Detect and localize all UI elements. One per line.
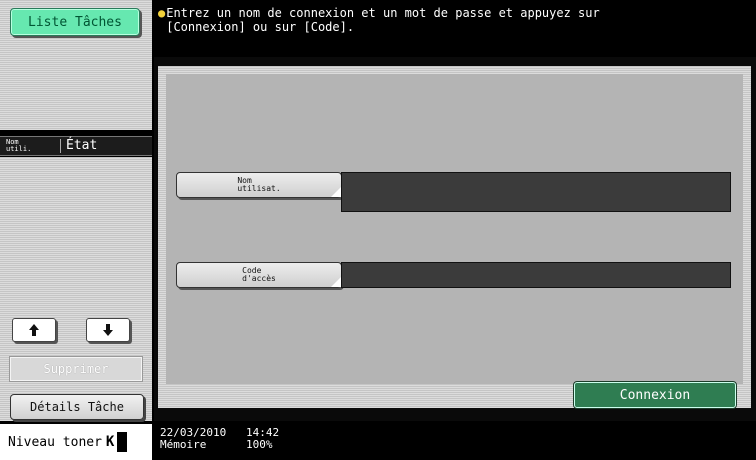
- toner-label: Niveau toner: [8, 434, 102, 450]
- login-button[interactable]: Connexion: [573, 381, 737, 409]
- status-bar: 22/03/2010 14:42 Mémoire 100%: [160, 427, 306, 451]
- toner-color-letter: K: [105, 434, 115, 450]
- toner-level-indicator: Niveau toner K: [0, 424, 152, 460]
- job-table-header: Nom utili. État: [0, 136, 152, 156]
- scroll-up-button[interactable]: [12, 318, 56, 342]
- login-panel: Nom utilisat. Code d'accès: [158, 66, 751, 408]
- login-form-area: [166, 74, 743, 384]
- toner-gauge-icon: [117, 432, 128, 452]
- column-header-state: État: [60, 139, 97, 153]
- instruction-message: ● Entrez un nom de connexion et un mot d…: [158, 6, 748, 34]
- status-memory-label: Mémoire: [160, 438, 207, 451]
- status-memory-value: 100%: [246, 438, 273, 451]
- delete-button[interactable]: Supprimer: [9, 356, 143, 382]
- scroll-down-button[interactable]: [86, 318, 130, 342]
- message-line-2: [Connexion] ou sur [Code].: [166, 20, 355, 34]
- password-label: Code d'accès: [242, 266, 276, 283]
- username-label: Nom utilisat.: [237, 176, 281, 193]
- job-details-button[interactable]: Détails Tâche: [10, 394, 144, 420]
- column-header-user-name: Nom utili.: [6, 138, 32, 153]
- job-list-button[interactable]: Liste Tâches: [10, 8, 140, 36]
- arrow-down-icon: [103, 324, 113, 336]
- message-line-1: Entrez un nom de connexion et un mot de …: [166, 6, 600, 20]
- job-list-area[interactable]: [0, 157, 152, 421]
- arrow-up-icon: [29, 324, 39, 336]
- password-button[interactable]: Code d'accès: [176, 262, 342, 288]
- password-input[interactable]: [341, 262, 731, 288]
- username-button[interactable]: Nom utilisat.: [176, 172, 342, 198]
- corner-marker-icon: [331, 187, 341, 197]
- corner-marker-icon: [331, 277, 341, 287]
- lightbulb-icon: ●: [158, 6, 166, 20]
- username-input[interactable]: [341, 172, 731, 212]
- sidebar: Liste Tâches Nom utili. État Supprimer D…: [0, 0, 154, 460]
